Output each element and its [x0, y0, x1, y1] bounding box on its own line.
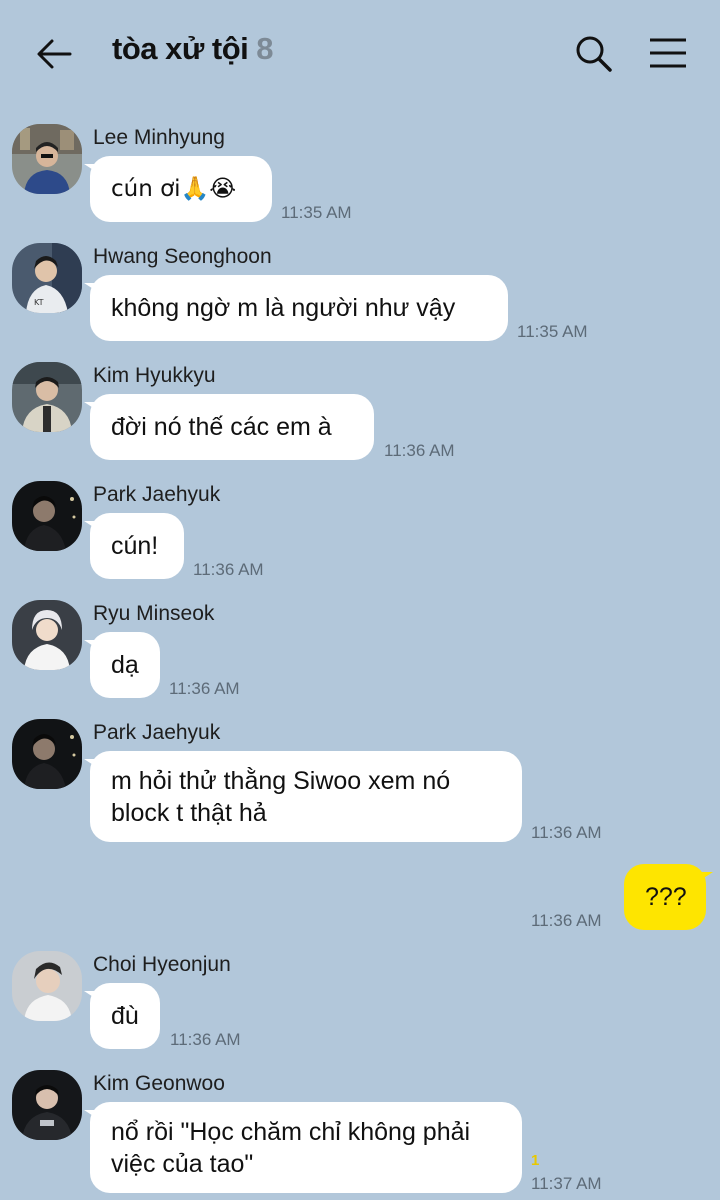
unread-count: 1 [531, 1152, 540, 1169]
message-text: cún ơi🙏😭 [111, 176, 237, 202]
search-icon [576, 36, 612, 72]
sender-name: Lee Minhyung [93, 126, 225, 149]
message-bubble[interactable]: đù [84, 983, 160, 1049]
avatar[interactable]: KT [12, 243, 82, 313]
message-time: 11:36 AM [384, 441, 455, 460]
message-time: 11:36 AM [531, 911, 602, 930]
message-text: không ngờ m là người như vậy [111, 294, 456, 322]
chat-header: tòa xử tội 8 [0, 0, 720, 108]
menu-button[interactable] [646, 34, 690, 74]
my-message-bubble[interactable]: ??? [624, 864, 713, 930]
message-time: 11:36 AM [169, 679, 240, 698]
message-bubble[interactable]: đời nó thế các em à [84, 394, 374, 460]
message-text: dạ [111, 651, 139, 679]
avatar[interactable] [12, 481, 82, 551]
message-time: 11:37 AM [531, 1174, 602, 1193]
message-bubble[interactable]: cún! [84, 513, 184, 579]
message-time: 11:35 AM [281, 203, 352, 222]
sender-name: Kim Geonwoo [93, 1072, 225, 1095]
message-bubble[interactable]: không ngờ m là người như vậy [84, 275, 508, 341]
avatar[interactable] [12, 1070, 82, 1140]
sender-name: Hwang Seonghoon [93, 245, 272, 268]
message-time: 11:35 AM [517, 322, 588, 341]
sender-name: Choi Hyeonjun [93, 953, 231, 976]
avatar[interactable] [12, 124, 82, 194]
menu-icon [650, 38, 686, 68]
sender-name: Ryu Minseok [93, 602, 215, 625]
message-bubble[interactable]: dạ [84, 632, 160, 698]
sender-name: Kim Hyukkyu [93, 364, 216, 387]
message-bubble[interactable]: nổ rồi "Học chăm chỉ không phải việc của… [84, 1102, 522, 1193]
message-bubble[interactable]: m hỏi thử thằng Siwoo xem nó block t thậ… [84, 751, 522, 842]
search-button[interactable] [572, 32, 616, 76]
message-time: 11:36 AM [193, 560, 264, 579]
message-bubble[interactable]: cún ơi🙏😭 [84, 156, 272, 222]
message-time: 11:36 AM [170, 1030, 241, 1049]
message-time: 11:36 AM [531, 823, 602, 842]
svg-text:KT: KT [34, 298, 44, 307]
avatar[interactable] [12, 600, 82, 670]
message-text: ??? [645, 883, 687, 911]
chat-room-name: tòa xử tội [112, 31, 249, 66]
message-text: đù [111, 1002, 139, 1030]
back-arrow-icon [37, 39, 72, 69]
message-text: cún! [111, 532, 159, 560]
avatar[interactable] [12, 362, 82, 432]
member-count: 8 [256, 31, 274, 66]
message-text: m hỏi thử thằng Siwoo xem nó block t thậ… [111, 767, 451, 827]
avatar[interactable] [12, 951, 82, 1021]
sender-name: Park Jaehyuk [93, 721, 221, 744]
avatar[interactable] [12, 719, 82, 789]
sender-name: Park Jaehyuk [93, 483, 221, 506]
chat-title: tòa xử tội 8 [112, 31, 274, 67]
message-text: đời nó thế các em à [111, 413, 332, 441]
message-text: nổ rồi "Học chăm chỉ không phải việc của… [111, 1118, 471, 1178]
back-button[interactable] [34, 34, 74, 74]
